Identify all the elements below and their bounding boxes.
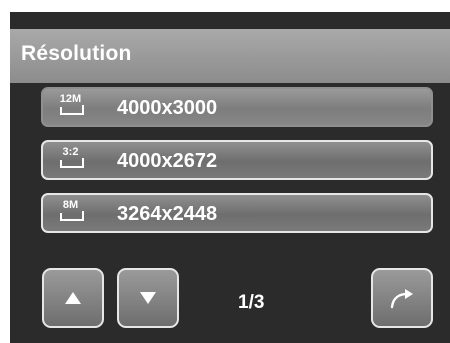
menu-header: Résolution: [10, 29, 450, 83]
camera-screen: Résolution 12M 4000x3000 3:2 4000x2672 8…: [10, 12, 450, 343]
resolution-option-4000x2672[interactable]: 3:2 4000x2672: [41, 140, 433, 180]
resolution-option-3264x2448[interactable]: 8M 3264x2448: [41, 193, 433, 233]
size-8m-icon: 8M: [59, 199, 87, 223]
scroll-up-button[interactable]: [42, 268, 104, 328]
resolution-option-4000x3000[interactable]: 12M 4000x3000: [41, 87, 433, 127]
resolution-label: 4000x3000: [117, 97, 218, 119]
page-indicator: 1/3: [238, 292, 265, 313]
resolution-label: 3264x2448: [117, 203, 218, 225]
return-arrow-icon: [390, 289, 413, 309]
resolution-badge: 3:2: [62, 146, 79, 158]
arrow-up-icon: [65, 292, 81, 304]
return-button[interactable]: [371, 268, 433, 328]
ratio-3-2-icon: 3:2: [59, 146, 87, 170]
resolution-label: 4000x2672: [117, 150, 218, 172]
size-12m-icon: 12M: [59, 93, 87, 117]
page-title: Résolution: [21, 42, 132, 65]
arrow-down-icon: [140, 292, 156, 304]
resolution-badge: 12M: [59, 93, 82, 105]
resolution-badge: 8M: [62, 199, 79, 211]
scroll-down-button[interactable]: [117, 268, 179, 328]
